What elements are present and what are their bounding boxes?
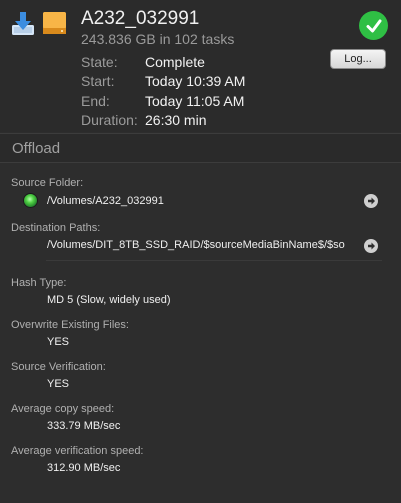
- hash-type-label: Hash Type:: [11, 277, 67, 289]
- source-verification-label: Source Verification:: [11, 361, 106, 373]
- avg-copy-speed-label: Average copy speed:: [11, 403, 115, 415]
- state-label: State:: [81, 54, 118, 70]
- duration-value: 26:30 min: [145, 112, 207, 128]
- avg-verification-speed-label: Average verification speed:: [11, 445, 144, 457]
- hard-drive-icon: [41, 10, 68, 36]
- source-verification-value: YES: [47, 378, 70, 390]
- checkmark-icon: [359, 11, 388, 40]
- task-header: A232_032991 243.836 GB in 102 tasks Log.…: [0, 0, 401, 132]
- state-value: Complete: [145, 54, 205, 70]
- source-folder-label: Source Folder:: [11, 177, 84, 189]
- start-label: Start:: [81, 73, 115, 89]
- arrow-right-icon: [368, 197, 375, 205]
- avg-copy-speed-value: 333.79 MB/sec: [47, 420, 121, 432]
- end-value: Today 11:05 AM: [145, 93, 245, 109]
- hash-type-value: MD 5 (Slow, widely used): [47, 294, 171, 306]
- end-label: End:: [81, 93, 110, 109]
- avg-verification-speed-value: 312.90 MB/sec: [47, 462, 121, 474]
- destination-path: /Volumes/DIT_8TB_SSD_RAID/$sourceMediaBi…: [47, 239, 345, 251]
- reveal-destination-button[interactable]: [364, 239, 378, 253]
- source-folder-path: /Volumes/A232_032991: [47, 195, 164, 207]
- offload-section-header: Offload: [0, 133, 401, 163]
- task-summary: 243.836 GB in 102 tasks: [81, 31, 235, 47]
- log-button[interactable]: Log...: [330, 49, 386, 69]
- task-title: A232_032991: [81, 8, 200, 29]
- reveal-source-button[interactable]: [364, 194, 378, 208]
- overwrite-value: YES: [47, 336, 70, 348]
- overwrite-label: Overwrite Existing Files:: [11, 319, 129, 331]
- duration-label: Duration:: [81, 112, 138, 128]
- arrow-right-icon: [368, 242, 375, 250]
- destination-paths-label: Destination Paths:: [11, 222, 101, 234]
- status-light-icon: [24, 194, 37, 207]
- section-title: Offload: [12, 140, 61, 157]
- destination-divider: [46, 260, 382, 261]
- start-value: Today 10:39 AM: [145, 73, 246, 89]
- download-icon: [11, 10, 35, 36]
